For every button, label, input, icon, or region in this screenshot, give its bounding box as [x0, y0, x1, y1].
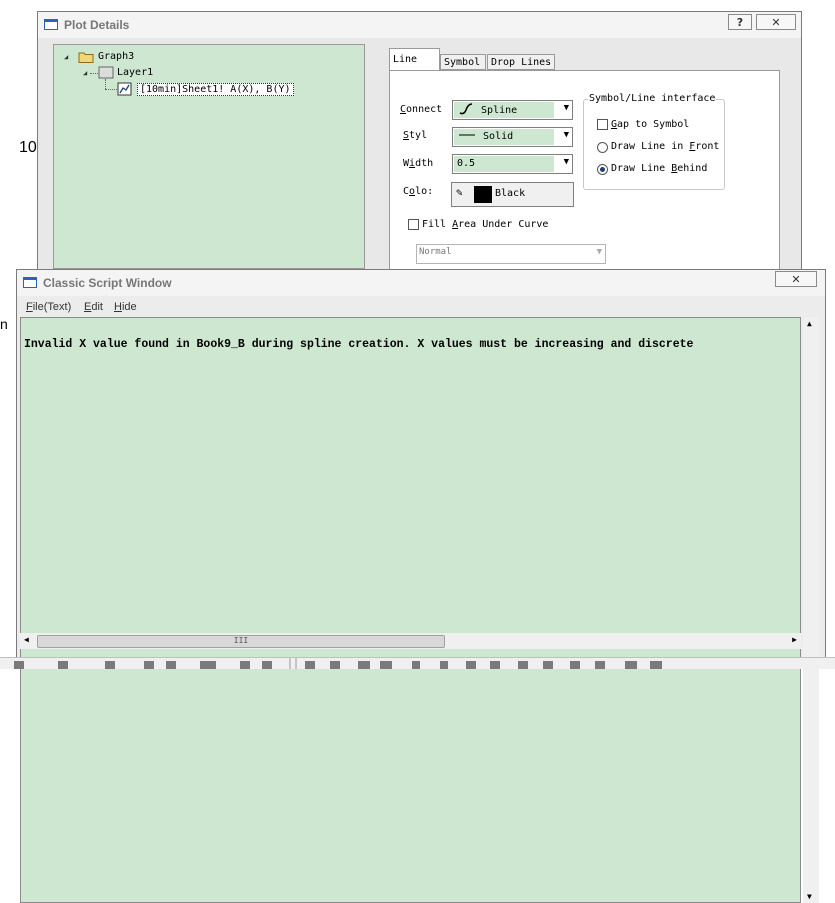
style-value: Solid — [454, 129, 554, 145]
style-select[interactable]: Solid ▼ — [452, 127, 573, 147]
width-label: Width — [403, 158, 434, 169]
style-label: Styl — [403, 130, 428, 141]
gap-to-symbol-checkbox[interactable] — [597, 119, 608, 130]
chevron-down-icon: ▼ — [563, 130, 569, 140]
menu-edit[interactable]: Edit — [84, 301, 103, 313]
menu-file[interactable]: File(Text) — [26, 301, 71, 313]
close-button[interactable]: ✕ — [756, 14, 796, 30]
scroll-left-icon[interactable]: ◀ — [24, 635, 29, 644]
tree-connector — [90, 73, 98, 74]
plot-details-title: Plot Details — [64, 18, 130, 32]
draw-line-front-label: Draw Line in Front — [611, 141, 720, 152]
window-icon — [44, 19, 58, 30]
toolbar-icons — [14, 658, 662, 669]
expand-triangle-icon[interactable]: ◢ — [83, 69, 87, 77]
fill-mode-select: Normal ▼ — [416, 244, 606, 264]
background-label-10: 10 — [19, 139, 37, 156]
spline-icon — [459, 103, 473, 115]
tree-item-plot[interactable]: [10min]Sheet1! A(X), B(Y) — [137, 83, 294, 96]
chevron-down-icon: ▼ — [563, 157, 569, 167]
color-value: Black — [495, 188, 526, 199]
connect-label: Connect — [400, 104, 443, 115]
window-icon — [23, 277, 37, 288]
tab-line[interactable]: Line — [389, 48, 440, 71]
scroll-up-icon[interactable]: ▲ — [807, 319, 812, 328]
solid-line-icon — [459, 134, 475, 136]
tree-connector — [105, 79, 106, 89]
tree-item-layer[interactable]: Layer1 — [117, 67, 153, 78]
error-message: Invalid X value found in Book9_B during … — [24, 338, 694, 351]
draw-line-behind-radio[interactable] — [597, 164, 608, 175]
draw-line-front-radio[interactable] — [597, 142, 608, 153]
color-button[interactable]: ✎ Black — [451, 182, 574, 207]
tab-symbol[interactable]: Symbol — [440, 54, 486, 70]
fill-area-checkbox[interactable] — [408, 219, 419, 230]
tab-drop-lines[interactable]: Drop Lines — [487, 54, 555, 70]
pencil-icon: ✎ — [456, 186, 463, 199]
close-button[interactable]: ✕ — [775, 271, 817, 287]
expand-triangle-icon[interactable]: ◢ — [64, 53, 68, 61]
chevron-down-icon: ▼ — [563, 103, 569, 113]
chevron-down-icon: ▼ — [596, 247, 602, 257]
vertical-scrollbar[interactable]: ▲ ▼ — [803, 317, 819, 903]
horizontal-scrollbar[interactable]: ◀ III ▶ — [20, 633, 801, 649]
draw-line-behind-label: Draw Line Behind — [611, 163, 708, 174]
help-button[interactable]: ? — [728, 14, 752, 30]
scroll-down-icon[interactable]: ▼ — [807, 892, 812, 901]
folder-icon — [78, 52, 94, 63]
background-label-n: n — [0, 316, 8, 332]
horizontal-scroll-thumb[interactable]: III — [37, 635, 445, 648]
plot-icon — [117, 82, 132, 96]
scroll-right-icon[interactable]: ▶ — [792, 635, 797, 644]
tree-connector — [105, 89, 117, 90]
fill-mode-value: Normal — [419, 247, 452, 257]
fill-area-label: Fill Area Under Curve — [422, 219, 549, 230]
tree-item-graph[interactable]: Graph3 — [98, 51, 134, 62]
script-window-title: Classic Script Window — [43, 276, 172, 290]
script-window-titlebar[interactable]: Classic Script Window ✕ — [17, 270, 825, 296]
interface-group-title: Symbol/Line interface — [588, 93, 717, 104]
width-select[interactable]: 0.5 ▼ — [452, 154, 573, 174]
connect-select[interactable]: Spline ▼ — [452, 100, 573, 120]
plot-tree: ◢ Graph3 ◢ Layer1 [10min]Sheet1! A(X), B… — [53, 44, 365, 269]
layer-icon — [98, 66, 114, 79]
color-label: Colo: — [403, 186, 434, 197]
menu-hide[interactable]: Hide — [114, 301, 137, 313]
connect-value: Spline — [454, 102, 554, 118]
bottom-toolbar — [0, 657, 835, 669]
color-swatch — [474, 186, 492, 203]
plot-details-titlebar[interactable]: Plot Details ? ✕ — [38, 12, 801, 38]
script-output[interactable]: Invalid X value found in Book9_B during … — [20, 317, 801, 903]
gap-to-symbol-label: Gap to Symbol — [611, 119, 690, 130]
width-value: 0.5 — [454, 156, 554, 172]
script-window: Classic Script Window ✕ File(Text) Edit … — [16, 269, 826, 903]
